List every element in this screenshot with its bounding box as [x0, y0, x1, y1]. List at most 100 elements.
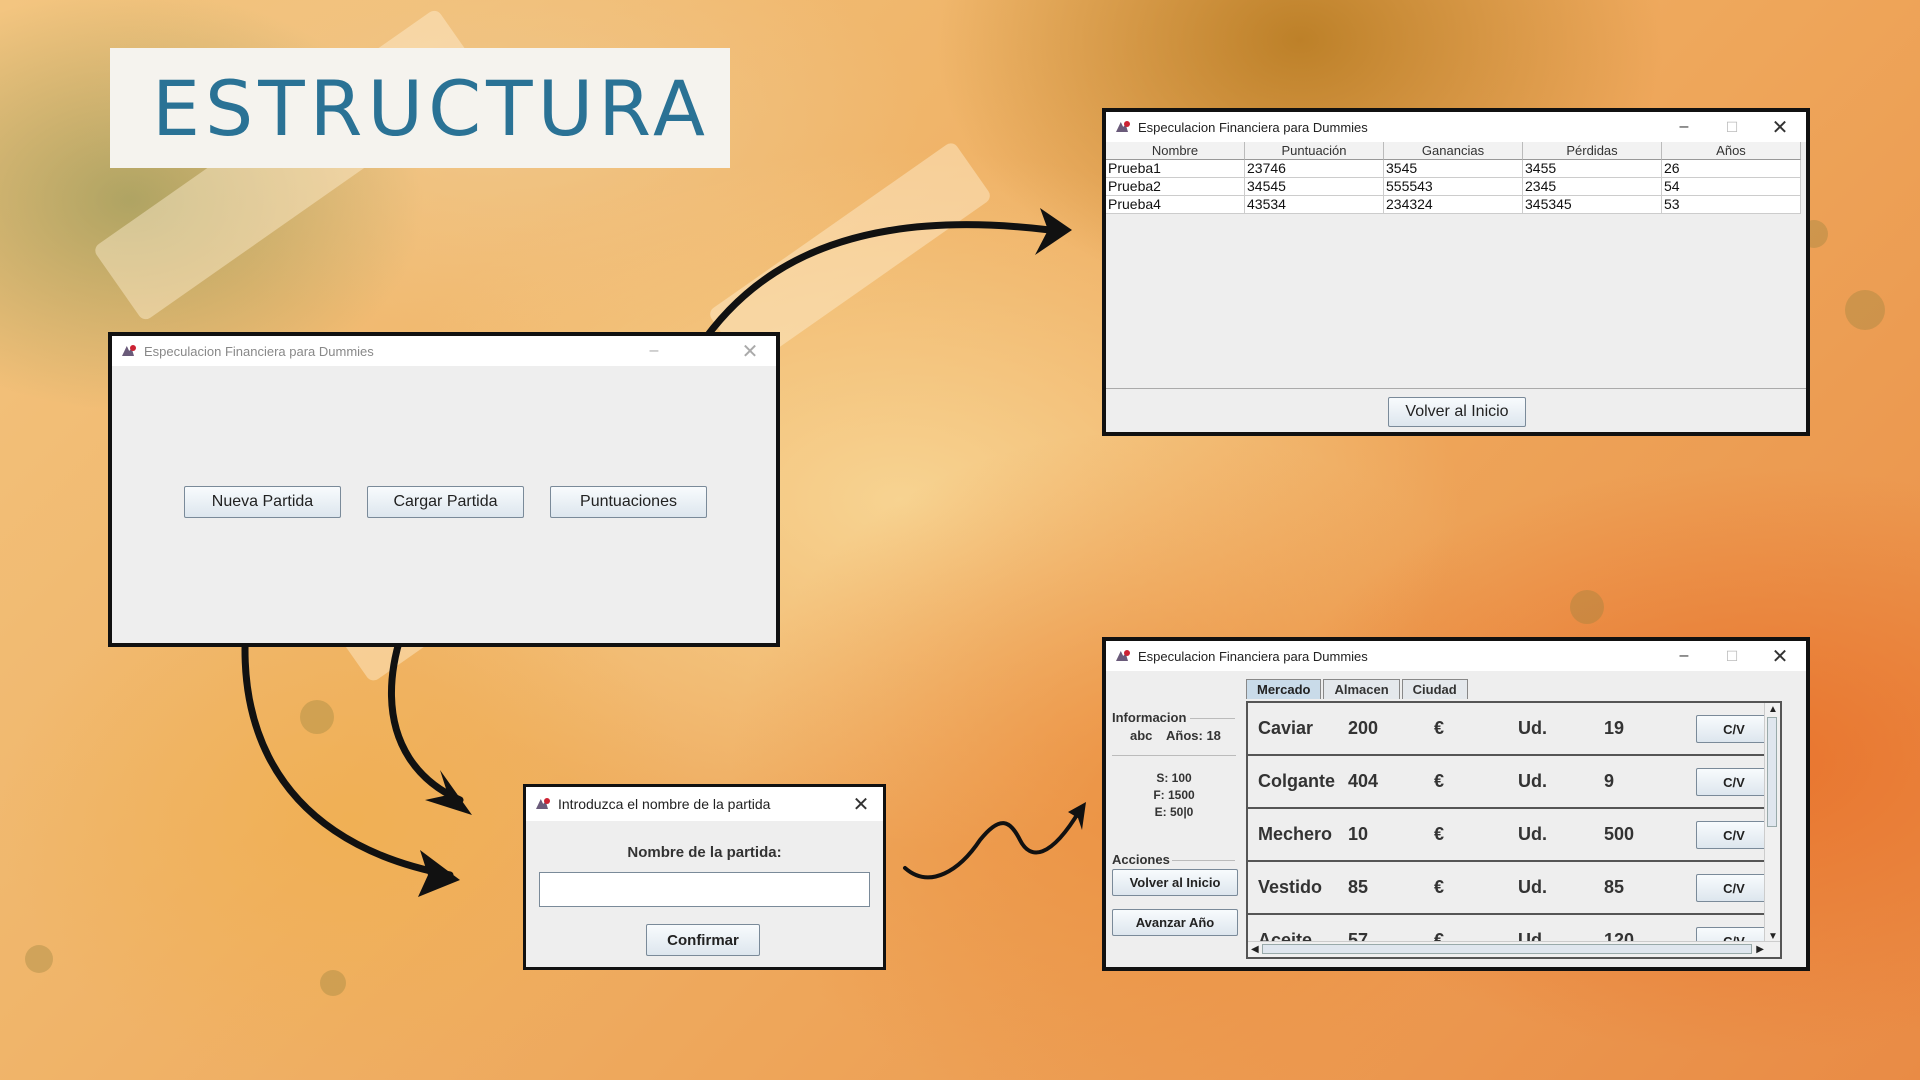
- divider: [1190, 718, 1235, 719]
- vertical-scrollbar[interactable]: ▲ ▼: [1764, 703, 1780, 943]
- product-unit: Ud.: [1518, 824, 1547, 844]
- market-row: Colgante 404 € Ud. 9 C/V: [1248, 756, 1780, 809]
- arrowhead-load-game: [425, 770, 472, 815]
- stat-f: F: 1500: [1153, 788, 1195, 802]
- close-icon[interactable]: ✕: [1758, 112, 1802, 142]
- table-cell: 43534: [1245, 196, 1384, 214]
- game-back-to-start-button[interactable]: Volver al Inicio: [1112, 869, 1238, 896]
- table-row[interactable]: Prueba1 23746 3545 3455 26: [1106, 160, 1804, 178]
- table-cell: 23746: [1245, 160, 1384, 178]
- arrowhead-new-game: [418, 850, 460, 897]
- divider: [1112, 755, 1236, 756]
- column-header[interactable]: Pérdidas: [1523, 142, 1662, 160]
- advance-year-button[interactable]: Avanzar Año: [1112, 909, 1238, 936]
- product-qty: 9: [1604, 771, 1615, 791]
- table-row[interactable]: Prueba4 43534 234324 345345 53: [1106, 196, 1804, 214]
- dialog-titlebar: Introduzca el nombre de la partida ✕: [526, 787, 883, 821]
- new-game-button[interactable]: Nueva Partida: [184, 486, 341, 518]
- years-label: Años: 18: [1166, 728, 1221, 743]
- product-currency: €: [1434, 771, 1445, 791]
- scores-window-titlebar: Especulacion Financiera para Dummies – ☐…: [1106, 112, 1806, 142]
- confirm-button[interactable]: Confirmar: [646, 924, 760, 956]
- tab-city[interactable]: Ciudad: [1401, 679, 1468, 699]
- player-name: abc: [1130, 728, 1153, 743]
- product-price: 200: [1348, 718, 1379, 738]
- horizontal-scrollbar[interactable]: ◀ ▶: [1248, 941, 1780, 957]
- minimize-icon[interactable]: –: [1662, 112, 1706, 142]
- scrollbar-thumb[interactable]: [1262, 944, 1752, 954]
- product-qty: 85: [1604, 877, 1625, 897]
- app-icon: [534, 796, 552, 812]
- back-to-start-button[interactable]: Volver al Inicio: [1388, 397, 1526, 427]
- minimize-icon[interactable]: –: [1662, 641, 1706, 671]
- close-icon[interactable]: ✕: [728, 336, 772, 366]
- close-icon[interactable]: ✕: [839, 787, 883, 821]
- tab-market[interactable]: Mercado: [1246, 679, 1322, 699]
- table-cell: 234324: [1384, 196, 1523, 214]
- main-window-title: Especulacion Financiera para Dummies: [144, 343, 374, 359]
- scores-window: Especulacion Financiera para Dummies – ☐…: [1102, 108, 1810, 436]
- divider: [1106, 388, 1806, 389]
- table-cell: 555543: [1384, 178, 1523, 196]
- close-icon[interactable]: ✕: [1758, 641, 1802, 671]
- table-cell: 345345: [1523, 196, 1662, 214]
- scores-button[interactable]: Puntuaciones: [550, 486, 707, 518]
- minimize-icon[interactable]: –: [632, 336, 676, 366]
- buy-sell-button[interactable]: C/V: [1696, 874, 1772, 902]
- product-name: Colgante: [1258, 771, 1336, 791]
- scroll-up-icon[interactable]: ▲: [1768, 704, 1778, 715]
- squiggle-to-game: [903, 808, 1082, 880]
- column-header[interactable]: Puntuación: [1245, 142, 1384, 160]
- table-header: Nombre Puntuación Ganancias Pérdidas Año…: [1106, 142, 1804, 160]
- buy-sell-button[interactable]: C/V: [1696, 768, 1772, 796]
- scroll-right-icon[interactable]: ▶: [1756, 944, 1764, 955]
- table-cell: 3455: [1523, 160, 1662, 178]
- column-header[interactable]: Años: [1662, 142, 1801, 160]
- game-tabs: Mercado Almacen Ciudad: [1246, 679, 1470, 699]
- table-cell: 2345: [1523, 178, 1662, 196]
- market-row: Mechero 10 € Ud. 500 C/V: [1248, 809, 1780, 862]
- product-unit: Ud.: [1518, 718, 1547, 738]
- game-window-titlebar: Especulacion Financiera para Dummies – ☐…: [1106, 641, 1806, 671]
- buy-sell-button[interactable]: C/V: [1696, 821, 1772, 849]
- scores-window-title: Especulacion Financiera para Dummies: [1138, 119, 1368, 135]
- main-window-titlebar: Especulacion Financiera para Dummies – ✕: [112, 336, 776, 366]
- product-qty: 500: [1604, 824, 1635, 844]
- table-cell: Prueba2: [1106, 178, 1245, 196]
- app-icon: [120, 343, 138, 359]
- table-cell: 54: [1662, 178, 1801, 196]
- stat-e: E: 50|0: [1154, 805, 1194, 819]
- table-cell: Prueba1: [1106, 160, 1245, 178]
- scroll-left-icon[interactable]: ◀: [1251, 944, 1259, 955]
- game-name-label: Nombre de la partida:: [627, 844, 782, 861]
- app-icon: [1114, 648, 1132, 664]
- scores-table: Nombre Puntuación Ganancias Pérdidas Año…: [1106, 142, 1804, 214]
- info-group-label: Informacion: [1112, 710, 1187, 725]
- column-header[interactable]: Ganancias: [1384, 142, 1523, 160]
- table-row[interactable]: Prueba2 34545 555543 2345 54: [1106, 178, 1804, 196]
- table-cell: Prueba4: [1106, 196, 1245, 214]
- main-window: Especulacion Financiera para Dummies – ✕…: [108, 332, 780, 647]
- game-name-input[interactable]: [539, 872, 870, 907]
- app-icon: [1114, 119, 1132, 135]
- table-cell: 26: [1662, 160, 1801, 178]
- actions-group-label: Acciones: [1112, 852, 1170, 867]
- maximize-icon[interactable]: ☐: [1710, 641, 1754, 671]
- product-currency: €: [1434, 718, 1445, 738]
- scrollbar-thumb[interactable]: [1767, 717, 1777, 827]
- stat-s: S: 100: [1156, 771, 1192, 785]
- product-qty: 19: [1604, 718, 1625, 738]
- tab-warehouse[interactable]: Almacen: [1323, 679, 1400, 699]
- game-window-title: Especulacion Financiera para Dummies: [1138, 648, 1368, 664]
- load-game-button[interactable]: Cargar Partida: [367, 486, 524, 518]
- product-price: 10: [1348, 824, 1369, 844]
- column-header[interactable]: Nombre: [1106, 142, 1245, 160]
- maximize-icon[interactable]: ☐: [1710, 112, 1754, 142]
- product-name: Mechero: [1258, 824, 1333, 844]
- market-row: Caviar 200 € Ud. 19 C/V: [1248, 703, 1780, 756]
- buy-sell-button[interactable]: C/V: [1696, 715, 1772, 743]
- new-game-dialog: Introduzca el nombre de la partida ✕ Nom…: [523, 784, 886, 970]
- divider: [1172, 860, 1235, 861]
- table-cell: 34545: [1245, 178, 1384, 196]
- table-cell: 53: [1662, 196, 1801, 214]
